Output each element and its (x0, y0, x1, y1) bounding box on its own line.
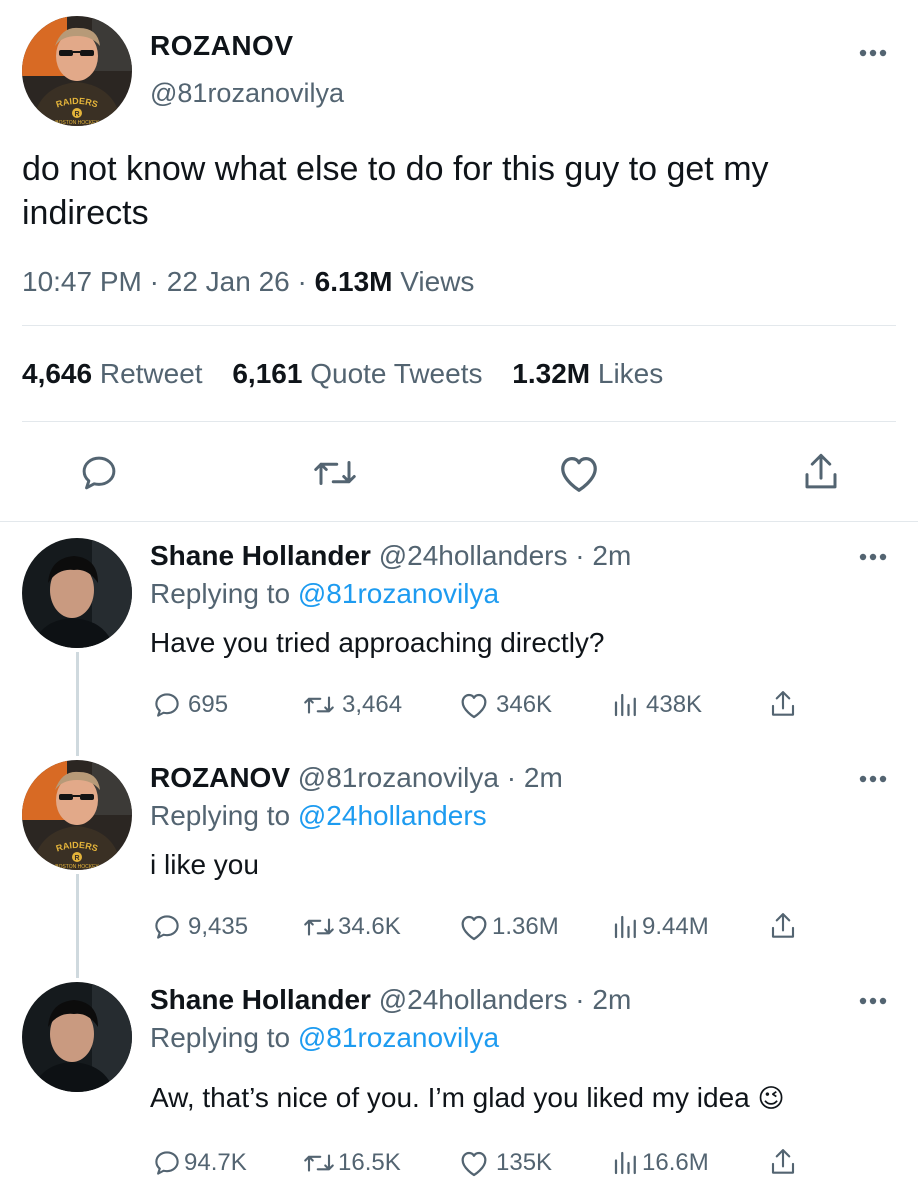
retweet-icon[interactable] (312, 452, 358, 499)
replying-to-link[interactable]: @81rozanovilya (298, 578, 499, 609)
replying-to: Replying to @24hollanders (150, 800, 487, 831)
views-action[interactable]: 438K (612, 690, 702, 720)
reply-action[interactable]: 695 (152, 690, 228, 720)
views-icon (614, 1151, 636, 1175)
retweets-stat[interactable]: 4,646 Retweet (22, 358, 203, 389)
tweet-time[interactable]: 10:47 PM (22, 266, 142, 297)
divider (22, 325, 896, 326)
reply-header: ROZANOV @81rozanovilya · 2m (150, 762, 563, 793)
share-icon[interactable] (800, 450, 842, 499)
like-action[interactable]: 346K (458, 690, 552, 720)
tweet-text: do not know what else to do for this guy… (22, 150, 769, 232)
reply-author-handle[interactable]: @24hollanders (379, 540, 568, 571)
share-icon (771, 913, 795, 938)
retweet-action[interactable]: 34.6K (302, 912, 401, 942)
more-icon[interactable] (858, 774, 888, 784)
divider (0, 521, 918, 522)
reply-icon (155, 693, 179, 717)
retweet-icon (304, 696, 334, 714)
like-action[interactable]: 1.36M (458, 912, 559, 942)
divider (22, 421, 896, 422)
tweet-stats: 4,646 Retweet 6,161 Quote Tweets 1.32M L… (22, 358, 663, 390)
reply-text-row: Aw, that’s nice of you. I’m glad you lik… (150, 1082, 785, 1114)
svg-text:BOSTON HOCKEY: BOSTON HOCKEY (55, 864, 99, 870)
retweet-icon (304, 918, 334, 936)
reply-author-handle[interactable]: @24hollanders (379, 984, 568, 1015)
more-icon[interactable] (858, 996, 888, 1006)
reply-time[interactable]: 2m (592, 540, 631, 571)
wink-emoji-icon: 😉 (757, 1083, 785, 1113)
thread-line (76, 874, 79, 978)
share-action[interactable] (768, 910, 798, 942)
like-icon[interactable] (556, 452, 602, 499)
like-action[interactable]: 135K (458, 1148, 552, 1178)
more-icon[interactable] (858, 48, 888, 58)
avatar[interactable] (22, 982, 132, 1092)
avatar[interactable] (22, 538, 132, 648)
replying-to-link[interactable]: @24hollanders (298, 800, 487, 831)
avatar-image (22, 538, 132, 648)
avatar[interactable]: RAIDERS R BOSTON HOCKEY (22, 16, 132, 126)
reply-icon (155, 1151, 179, 1175)
replying-to: Replying to @81rozanovilya (150, 1022, 500, 1053)
avatar-image (22, 982, 132, 1092)
views-action[interactable]: 9.44M (612, 912, 709, 942)
replying-to-link[interactable]: @81rozanovilya (298, 1022, 499, 1053)
views-label: Views (400, 266, 475, 297)
retweet-action[interactable]: 3,464 (302, 690, 402, 720)
svg-text:R: R (74, 111, 79, 118)
retweet-action[interactable]: 16.5K (302, 1148, 401, 1178)
reply-text: i like you (150, 849, 259, 880)
avatar-image: RAIDERS R BOSTON HOCKEY (22, 760, 132, 870)
share-action[interactable] (768, 1146, 798, 1178)
svg-text:R: R (74, 855, 79, 862)
reply-action[interactable]: 94.7K (152, 1148, 247, 1178)
like-icon (461, 915, 487, 941)
views-action[interactable]: 16.6M (612, 1148, 709, 1178)
reply-action[interactable]: 9,435 (152, 912, 248, 942)
reply-icon[interactable] (78, 452, 120, 499)
reply-author-name[interactable]: Shane Hollander (150, 984, 371, 1015)
svg-text:BOSTON HOCKEY: BOSTON HOCKEY (55, 120, 99, 126)
reply-header: Shane Hollander @24hollanders · 2m (150, 984, 632, 1015)
reply-text: Aw, that’s nice of you. I’m glad you lik… (150, 1082, 750, 1113)
avatar[interactable]: RAIDERS R BOSTON HOCKEY (22, 760, 132, 870)
reply-time[interactable]: 2m (524, 762, 563, 793)
reply-author-handle[interactable]: @81rozanovilya (298, 762, 499, 793)
reply-header: Shane Hollander @24hollanders · 2m (150, 540, 632, 571)
views-icon (614, 915, 636, 939)
share-icon (771, 1149, 795, 1174)
retweet-icon (304, 1154, 334, 1172)
reply-text: Have you tried approaching directly? (150, 627, 605, 658)
replying-to: Replying to @81rozanovilya (150, 578, 500, 609)
thread-line (76, 652, 79, 756)
reply-author-name[interactable]: ROZANOV (150, 762, 290, 793)
tweet-meta: 10:47 PM · 22 Jan 26 · 6.13M Views (22, 266, 475, 297)
share-icon (771, 691, 795, 716)
share-action[interactable] (768, 688, 798, 720)
more-icon[interactable] (858, 552, 888, 562)
reply-time[interactable]: 2m (592, 984, 631, 1015)
likes-stat[interactable]: 1.32M Likes (512, 358, 663, 389)
avatar-image: RAIDERS R BOSTON HOCKEY (22, 16, 132, 126)
like-icon (461, 693, 487, 719)
reply-author-name[interactable]: Shane Hollander (150, 540, 371, 571)
views-icon (614, 693, 636, 717)
tweet-date[interactable]: 22 Jan 26 (167, 266, 290, 297)
views-count: 6.13M (314, 266, 393, 297)
author-name[interactable]: ROZANOV (150, 30, 294, 62)
author-handle[interactable]: @81rozanovilya (150, 78, 344, 109)
quotes-stat[interactable]: 6,161 Quote Tweets (232, 358, 482, 389)
like-icon (461, 1151, 487, 1177)
reply-icon (155, 915, 179, 939)
